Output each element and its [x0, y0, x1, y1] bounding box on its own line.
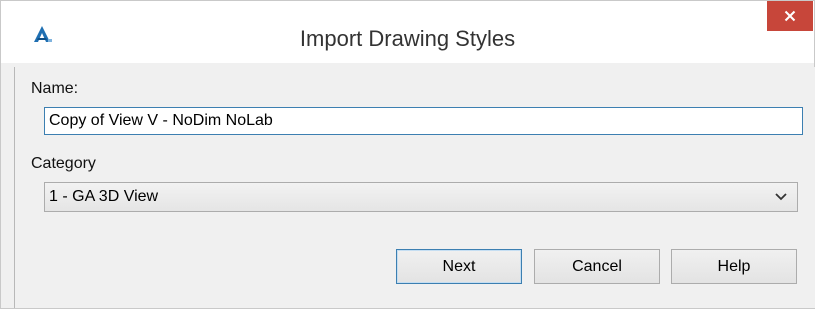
cancel-button[interactable]: Cancel	[534, 249, 660, 284]
title-bar[interactable]: Import Drawing Styles	[1, 1, 814, 63]
window-title: Import Drawing Styles	[299, 26, 516, 51]
chevron-down-icon	[775, 193, 787, 201]
name-label: Name:	[31, 80, 79, 97]
help-button[interactable]: Help	[671, 249, 797, 284]
category-selected-value: 1 - GA 3D View	[49, 188, 159, 205]
close-button[interactable]	[767, 1, 813, 31]
next-button[interactable]: Next	[396, 249, 522, 284]
import-drawing-styles-dialog: Import Drawing Styles Name: Category 1 -…	[0, 0, 815, 309]
category-label: Category	[31, 155, 96, 172]
category-select[interactable]: 1 - GA 3D View	[44, 182, 798, 212]
close-icon	[784, 10, 796, 22]
name-field[interactable]	[44, 107, 803, 135]
